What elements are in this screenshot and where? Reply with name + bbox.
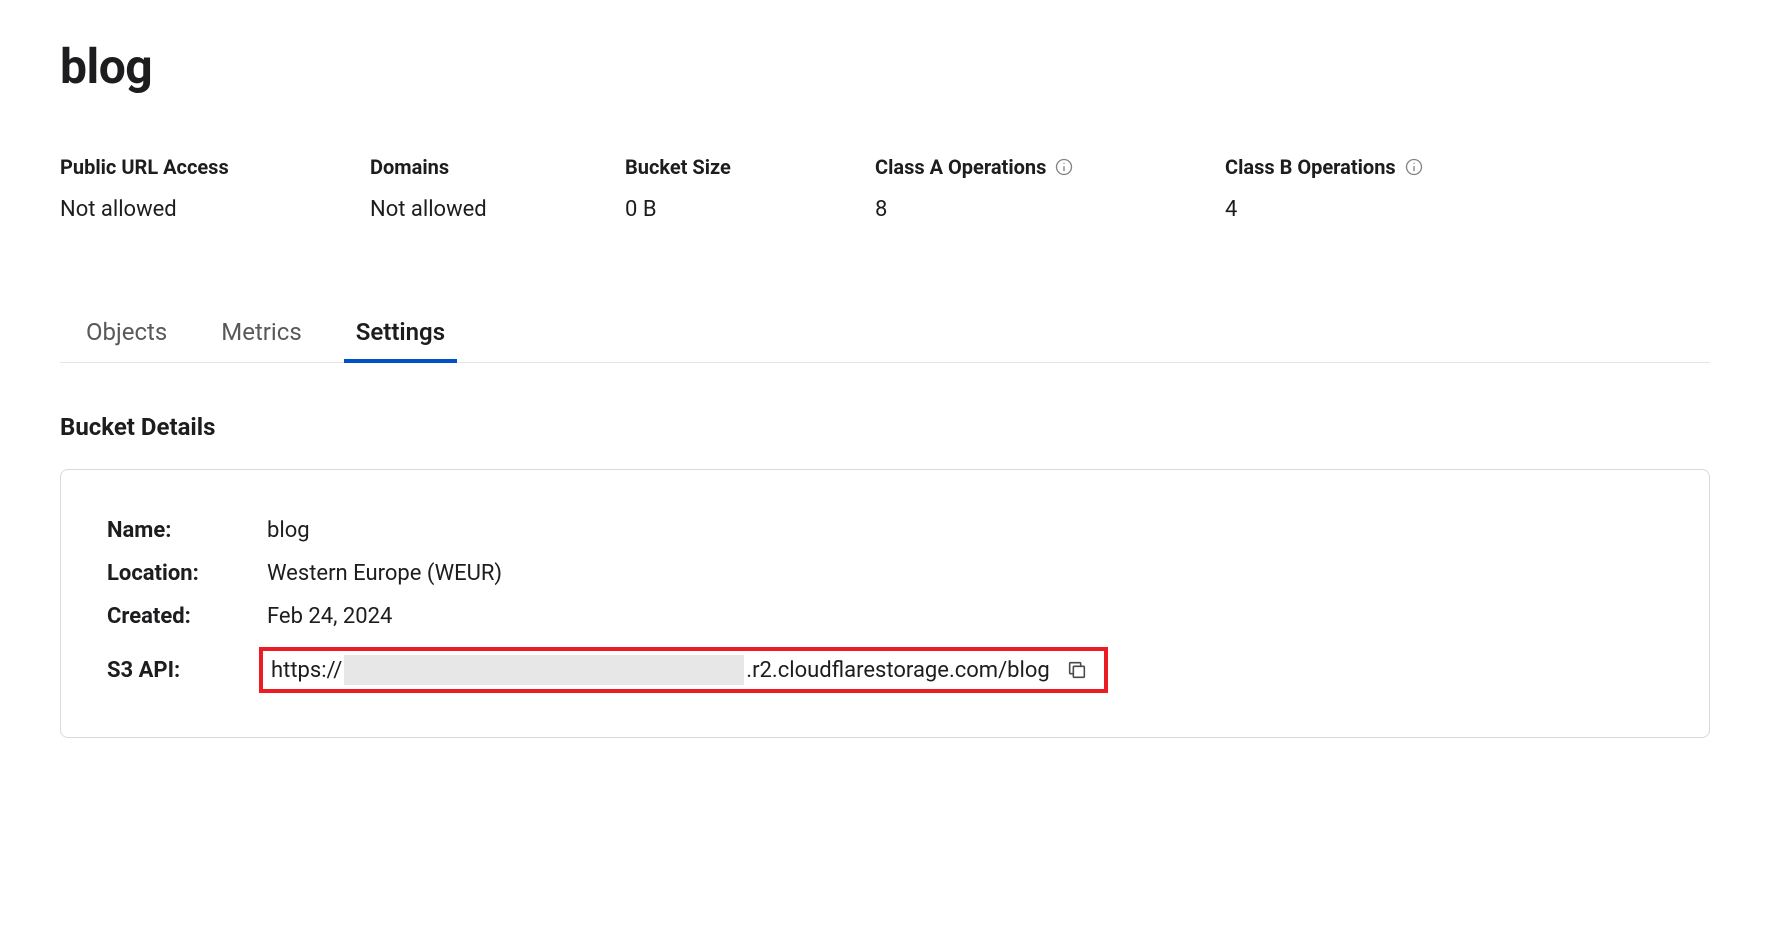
s3-api-suffix: .r2.cloudflarestorage.com/blog (746, 658, 1049, 683)
s3-api-endpoint-highlight: https:// .r2.cloudflarestorage.com/blog (259, 647, 1108, 693)
stat-label-text: Class A Operations (875, 155, 1046, 179)
copy-icon[interactable] (1066, 659, 1088, 681)
s3-api-prefix: https:// (271, 658, 342, 683)
detail-row-location: Location: Western Europe (WEUR) (107, 561, 1663, 586)
detail-row-s3-api: S3 API: https:// .r2.cloudflarestorage.c… (107, 647, 1663, 693)
page-title: blog (60, 38, 1710, 95)
detail-label: Location: (107, 561, 267, 586)
detail-label: Created: (107, 604, 267, 629)
stat-value: 8 (875, 197, 1185, 222)
tabs: Objects Metrics Settings (60, 312, 1710, 363)
s3-api-redacted (344, 655, 744, 685)
stat-label-text: Class B Operations (1225, 155, 1396, 179)
tab-settings[interactable]: Settings (356, 312, 445, 362)
stat-label: Bucket Size (625, 155, 835, 179)
detail-row-created: Created: Feb 24, 2024 (107, 604, 1663, 629)
section-title: Bucket Details (60, 413, 1710, 441)
detail-label: S3 API: (107, 658, 267, 683)
stat-label: Public URL Access (60, 155, 330, 179)
stat-value: Not allowed (60, 197, 330, 222)
stat-bucket-size: Bucket Size 0 B (625, 155, 835, 222)
stat-label: Class B Operations (1225, 155, 1485, 179)
stat-class-b-operations: Class B Operations 4 (1225, 155, 1485, 222)
bucket-page: blog Public URL Access Not allowed Domai… (0, 0, 1770, 778)
tab-metrics[interactable]: Metrics (221, 312, 301, 362)
detail-row-name: Name: blog (107, 518, 1663, 543)
stat-class-a-operations: Class A Operations 8 (875, 155, 1185, 222)
stat-public-url-access: Public URL Access Not allowed (60, 155, 330, 222)
stat-label: Class A Operations (875, 155, 1185, 179)
tab-objects[interactable]: Objects (86, 312, 167, 362)
detail-value: Western Europe (WEUR) (267, 561, 502, 586)
stat-label: Domains (370, 155, 585, 179)
info-icon[interactable] (1054, 157, 1074, 177)
stats-row: Public URL Access Not allowed Domains No… (60, 155, 1710, 222)
stat-value: Not allowed (370, 197, 585, 222)
detail-value: Feb 24, 2024 (267, 604, 392, 629)
detail-label: Name: (107, 518, 267, 543)
bucket-details-card: Name: blog Location: Western Europe (WEU… (60, 469, 1710, 738)
stat-value: 4 (1225, 197, 1485, 222)
detail-value: blog (267, 518, 310, 543)
stat-domains: Domains Not allowed (370, 155, 585, 222)
info-icon[interactable] (1404, 157, 1424, 177)
stat-value: 0 B (625, 197, 835, 222)
